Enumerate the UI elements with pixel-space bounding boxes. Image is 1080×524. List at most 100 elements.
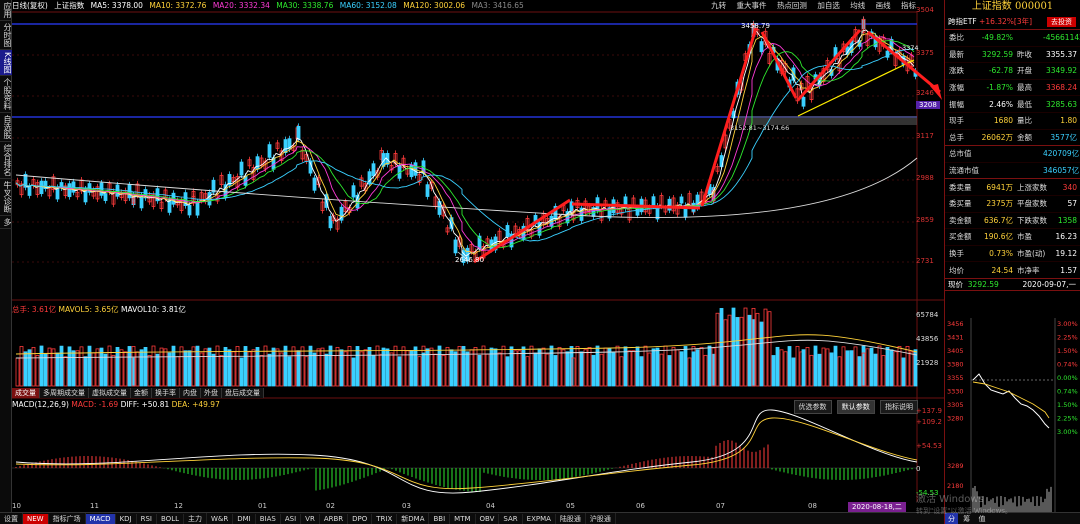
indicator-tab-sar[interactable]: SAR	[499, 514, 523, 524]
quote-value: 57	[1067, 199, 1077, 209]
tool-ma[interactable]: 均线	[850, 1, 865, 10]
sub-tab-turnover[interactable]: 换手率	[152, 388, 180, 398]
indicator-tab-wr[interactable]: W&R	[207, 514, 234, 524]
left-tab-stock-info[interactable]: 个股资料	[0, 76, 12, 114]
diff-value: DIFF: +50.81	[120, 400, 170, 409]
tool-add-watchlist[interactable]: 加自选	[817, 1, 840, 10]
volume-bar	[743, 307, 748, 387]
left-tab-timeshare[interactable]: 分时图	[0, 21, 12, 50]
candle-body	[679, 196, 684, 204]
left-tab-diagnosis[interactable]: 牛叉诊断	[0, 179, 12, 217]
volume-bar	[355, 346, 360, 387]
candle-body	[283, 139, 288, 154]
volume-bar	[889, 349, 894, 387]
volume-bar	[533, 352, 538, 387]
volume-bar	[683, 346, 688, 387]
volume-bar	[675, 349, 680, 387]
volume-bar	[397, 356, 402, 387]
indicator-tab-dpo[interactable]: DPO	[348, 514, 373, 524]
tool-jiuzhuan[interactable]: 九转	[711, 1, 726, 10]
ma30-line	[15, 40, 915, 249]
candle-body	[371, 163, 376, 177]
volume-bar	[853, 346, 858, 387]
tool-events[interactable]: 重大事件	[737, 1, 767, 10]
left-tab-ranking[interactable]: 综合排名	[0, 142, 12, 180]
intraday-mini-chart[interactable]: 3456 3431 3405 3380 3355 3330 3305 3280 3289 2180…	[945, 318, 1080, 512]
mini-left-axis-label: 3405	[947, 347, 964, 355]
sub-tab-after-hours[interactable]: 盘后成交量	[222, 388, 264, 398]
volume-bar	[405, 350, 410, 387]
tool-indicator[interactable]: 指标	[901, 1, 916, 10]
indicator-help-button[interactable]: 指标说明	[880, 400, 918, 414]
volume-bar	[643, 345, 648, 387]
indicator-tab-obv[interactable]: OBV	[476, 514, 500, 524]
quote-row: 最新 3292.59 昨收 3355.37	[945, 47, 1080, 64]
volume-bar	[529, 345, 534, 387]
volume-bar	[207, 347, 212, 387]
sub-tab-outer[interactable]: 外盘	[201, 388, 222, 398]
volume-bar	[809, 354, 814, 387]
left-tab-kline[interactable]: K线图	[0, 50, 12, 77]
price-axis-label: 2731	[916, 257, 934, 265]
optimal-params-button[interactable]: 优选参数	[793, 400, 832, 414]
tool-draw[interactable]: 画线	[876, 1, 891, 10]
quote-value: 3349.92	[1045, 66, 1077, 76]
indicator-tab-vr[interactable]: VR	[301, 514, 320, 524]
tool-backtest[interactable]: 热点回测	[777, 1, 807, 10]
quote-label: 最低	[1017, 99, 1032, 109]
macd-histogram	[15, 440, 917, 492]
indicator-tab-main-force[interactable]: 主力	[184, 513, 207, 524]
indicator-tab-arbr[interactable]: ARBR	[320, 514, 349, 524]
chart-area[interactable]: 日线(复权) 上证指数 MA5: 3378.00 MA10: 3372.76 M…	[12, 0, 944, 512]
indicator-tab-bbi[interactable]: BBI	[429, 514, 451, 524]
default-params-button[interactable]: 默认参数	[836, 400, 875, 414]
left-tab-apps[interactable]: 应用	[0, 0, 12, 21]
ma5-label: MA5: 3378.00	[90, 1, 143, 10]
activation-watermark: 激活 Windows	[916, 494, 984, 505]
quote-label: 平盘家数	[1017, 199, 1047, 209]
indicator-tab-expma[interactable]: EXPMA	[523, 514, 556, 524]
volume-bar	[75, 350, 80, 387]
volume-bar	[635, 346, 640, 387]
volume-bar	[791, 357, 796, 387]
left-tab-watchlist[interactable]: 自选股	[0, 113, 12, 143]
candle-body	[255, 156, 260, 170]
volume-bar	[71, 350, 76, 387]
mini-right-axis-label: 1.50%	[1057, 347, 1078, 355]
indicator-tab-rsi[interactable]: RSI	[137, 514, 157, 524]
candle-body	[27, 185, 32, 196]
sub-tab-inner[interactable]: 内盘	[180, 388, 201, 398]
indicator-tab-dmi[interactable]: DMI	[233, 514, 256, 524]
volume-bar	[335, 346, 340, 387]
volume-bar	[445, 346, 450, 387]
indicator-tab-asi[interactable]: ASI	[281, 514, 302, 524]
indicator-tab-mtm[interactable]: MTM	[450, 514, 476, 524]
indicator-tab-macd[interactable]: MACD	[85, 514, 116, 524]
mini-right-axis-label: 0.00%	[1057, 374, 1078, 382]
volume-bar	[695, 349, 700, 387]
left-tab-more[interactable]: 多	[0, 216, 12, 230]
candle-body	[103, 193, 108, 201]
price-axis-label: 2988	[916, 174, 934, 182]
volume-bar	[219, 355, 224, 387]
indicator-tab-settings[interactable]: 设置	[0, 513, 23, 524]
candle-body	[296, 126, 301, 140]
indicator-tab-boll[interactable]: BOLL	[157, 514, 184, 524]
indicator-tab-bias[interactable]: BIAS	[256, 514, 281, 524]
indicator-tab-kdj[interactable]: KDJ	[116, 514, 137, 524]
invest-button[interactable]: 去投资	[1047, 16, 1076, 27]
indicator-tab-sh-connect[interactable]: 沪股通	[586, 513, 616, 524]
indicator-tab-hk-connect[interactable]: 陆股通	[556, 513, 586, 524]
indicator-tab-square[interactable]: 指标广场	[49, 513, 86, 524]
index-name: 上证指数	[54, 1, 85, 10]
indicator-tab-trix[interactable]: TRIX	[372, 514, 398, 524]
ma10-label: MA10: 3372.76	[149, 1, 207, 10]
sub-tab-volume[interactable]: 成交量	[12, 388, 40, 398]
sub-tab-multi-period[interactable]: 多周期成交量	[40, 388, 89, 398]
etf-value: +16.32%[3年]	[979, 17, 1033, 26]
indicator-tab-new-dma[interactable]: 新DMA	[397, 513, 430, 524]
sub-tab-virtual[interactable]: 虚拟成交量	[89, 388, 131, 398]
sub-tab-amount[interactable]: 金额	[131, 388, 152, 398]
level-annotation: 3374	[902, 44, 919, 52]
volume-bar	[235, 346, 240, 387]
